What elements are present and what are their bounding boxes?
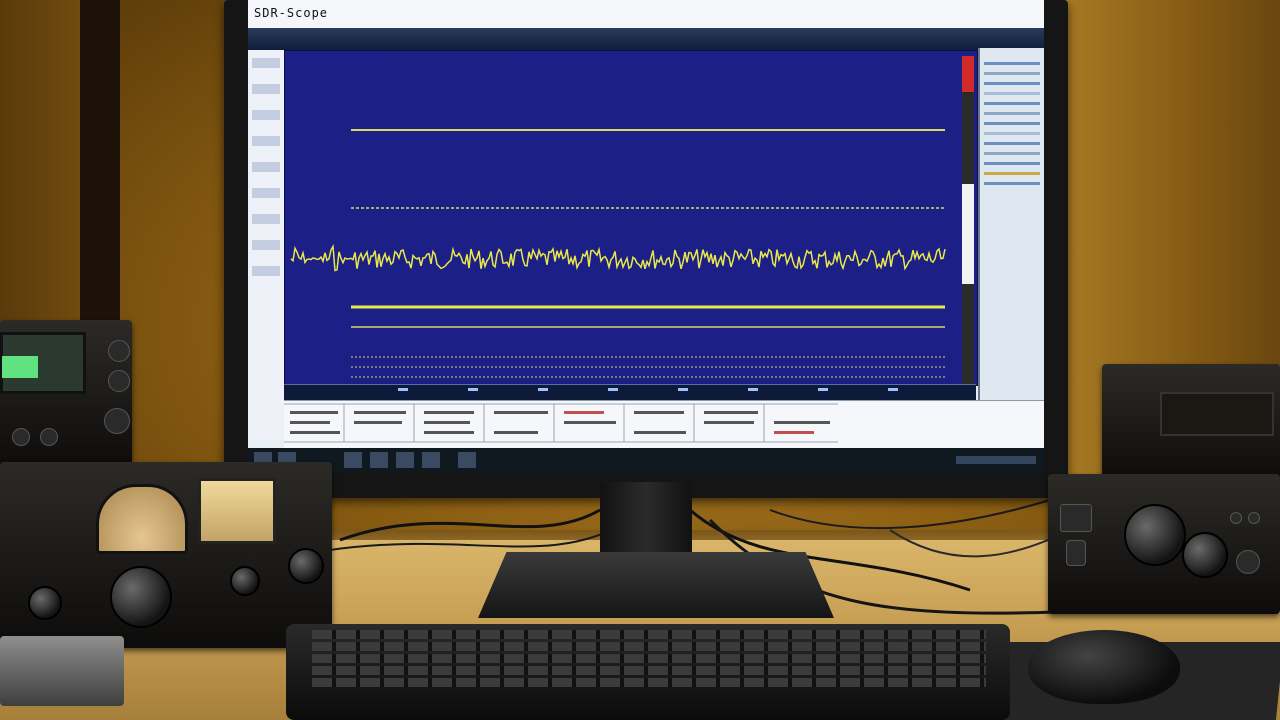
radio-knob[interactable] — [288, 548, 324, 584]
radio-knob[interactable] — [230, 566, 260, 596]
right-panel-row[interactable] — [984, 82, 1040, 85]
app-toolbar[interactable] — [248, 28, 1044, 50]
waveform-svg — [290, 129, 946, 378]
right-panel-row[interactable] — [984, 162, 1040, 165]
radio-knob[interactable] — [1236, 550, 1260, 574]
timeline-tick — [888, 388, 898, 391]
monitor-screen: SDR-Scope — [248, 0, 1044, 472]
right-panel-row[interactable] — [984, 112, 1040, 115]
right-panel-row[interactable] — [984, 142, 1040, 145]
signal-meter — [198, 478, 276, 544]
data-table[interactable] — [284, 403, 838, 443]
radio-indicator — [1248, 512, 1260, 524]
taskbar-button[interactable] — [458, 452, 476, 468]
system-tray[interactable] — [956, 456, 1036, 464]
left-panel-item[interactable] — [252, 240, 280, 250]
monitor-stand-base — [478, 552, 834, 618]
right-panel-row[interactable] — [984, 122, 1040, 125]
left-panel-item[interactable] — [252, 162, 280, 172]
timeline-tick — [538, 388, 548, 391]
scrollbar-marker-red — [962, 56, 974, 92]
wall-post — [80, 0, 120, 330]
left-panel-item[interactable] — [252, 266, 280, 276]
left-panel-item[interactable] — [252, 136, 280, 146]
monitor-stand-neck — [600, 482, 692, 558]
waveform-signal — [290, 244, 946, 272]
taskbar-button[interactable] — [344, 452, 362, 468]
taskbar-button[interactable] — [396, 452, 414, 468]
scrollbar-thumb[interactable] — [962, 184, 974, 284]
timeline-tick — [468, 388, 478, 391]
left-panel-item[interactable] — [252, 58, 280, 68]
radio-display-led — [2, 356, 38, 378]
right-panel-row[interactable] — [984, 132, 1040, 135]
right-panel-row[interactable] — [984, 182, 1040, 185]
app-titlebar: SDR-Scope — [248, 0, 1044, 29]
radio-display — [1160, 392, 1274, 436]
timeline-tick — [748, 388, 758, 391]
right-panel — [978, 48, 1044, 400]
radio-knob[interactable] — [40, 428, 58, 446]
radio-knob[interactable] — [108, 370, 130, 392]
app-title: SDR-Scope — [254, 6, 329, 20]
os-taskbar — [248, 448, 1044, 472]
left-panel-item[interactable] — [252, 84, 280, 94]
waveform-plot[interactable] — [284, 50, 978, 386]
timeline-tick — [398, 388, 408, 391]
left-panel-item[interactable] — [252, 110, 280, 120]
signal-meter — [96, 484, 188, 554]
radio-button[interactable] — [1066, 540, 1086, 566]
taskbar-button[interactable] — [370, 452, 388, 468]
left-panel-item[interactable] — [252, 188, 280, 198]
volume-knob[interactable] — [28, 586, 62, 620]
bottom-data-panel — [284, 400, 1044, 449]
right-panel-row[interactable] — [984, 92, 1040, 95]
radio-knob[interactable] — [104, 408, 130, 434]
right-panel-row[interactable] — [984, 172, 1040, 175]
radio-knob[interactable] — [12, 428, 30, 446]
radio-button[interactable] — [1060, 504, 1092, 532]
radio-knob[interactable] — [1182, 532, 1228, 578]
data-table-grid — [284, 403, 838, 443]
timeline-tick — [608, 388, 618, 391]
left-panel-item[interactable] — [252, 214, 280, 224]
computer-mouse[interactable] — [1028, 630, 1180, 704]
timeline-tick — [818, 388, 828, 391]
radio-knob[interactable] — [108, 340, 130, 362]
right-panel-row[interactable] — [984, 152, 1040, 155]
radio-indicator — [1230, 512, 1242, 524]
keyboard-keys[interactable] — [312, 630, 986, 690]
tuning-knob[interactable] — [1124, 504, 1186, 566]
cassette-case — [0, 636, 124, 706]
timeline-tick — [678, 388, 688, 391]
timeline-ruler[interactable] — [284, 384, 976, 401]
right-panel-row[interactable] — [984, 62, 1040, 65]
left-panel — [248, 50, 285, 440]
right-panel-row[interactable] — [984, 72, 1040, 75]
taskbar-button[interactable] — [422, 452, 440, 468]
tuning-knob[interactable] — [110, 566, 172, 628]
right-panel-row[interactable] — [984, 102, 1040, 105]
